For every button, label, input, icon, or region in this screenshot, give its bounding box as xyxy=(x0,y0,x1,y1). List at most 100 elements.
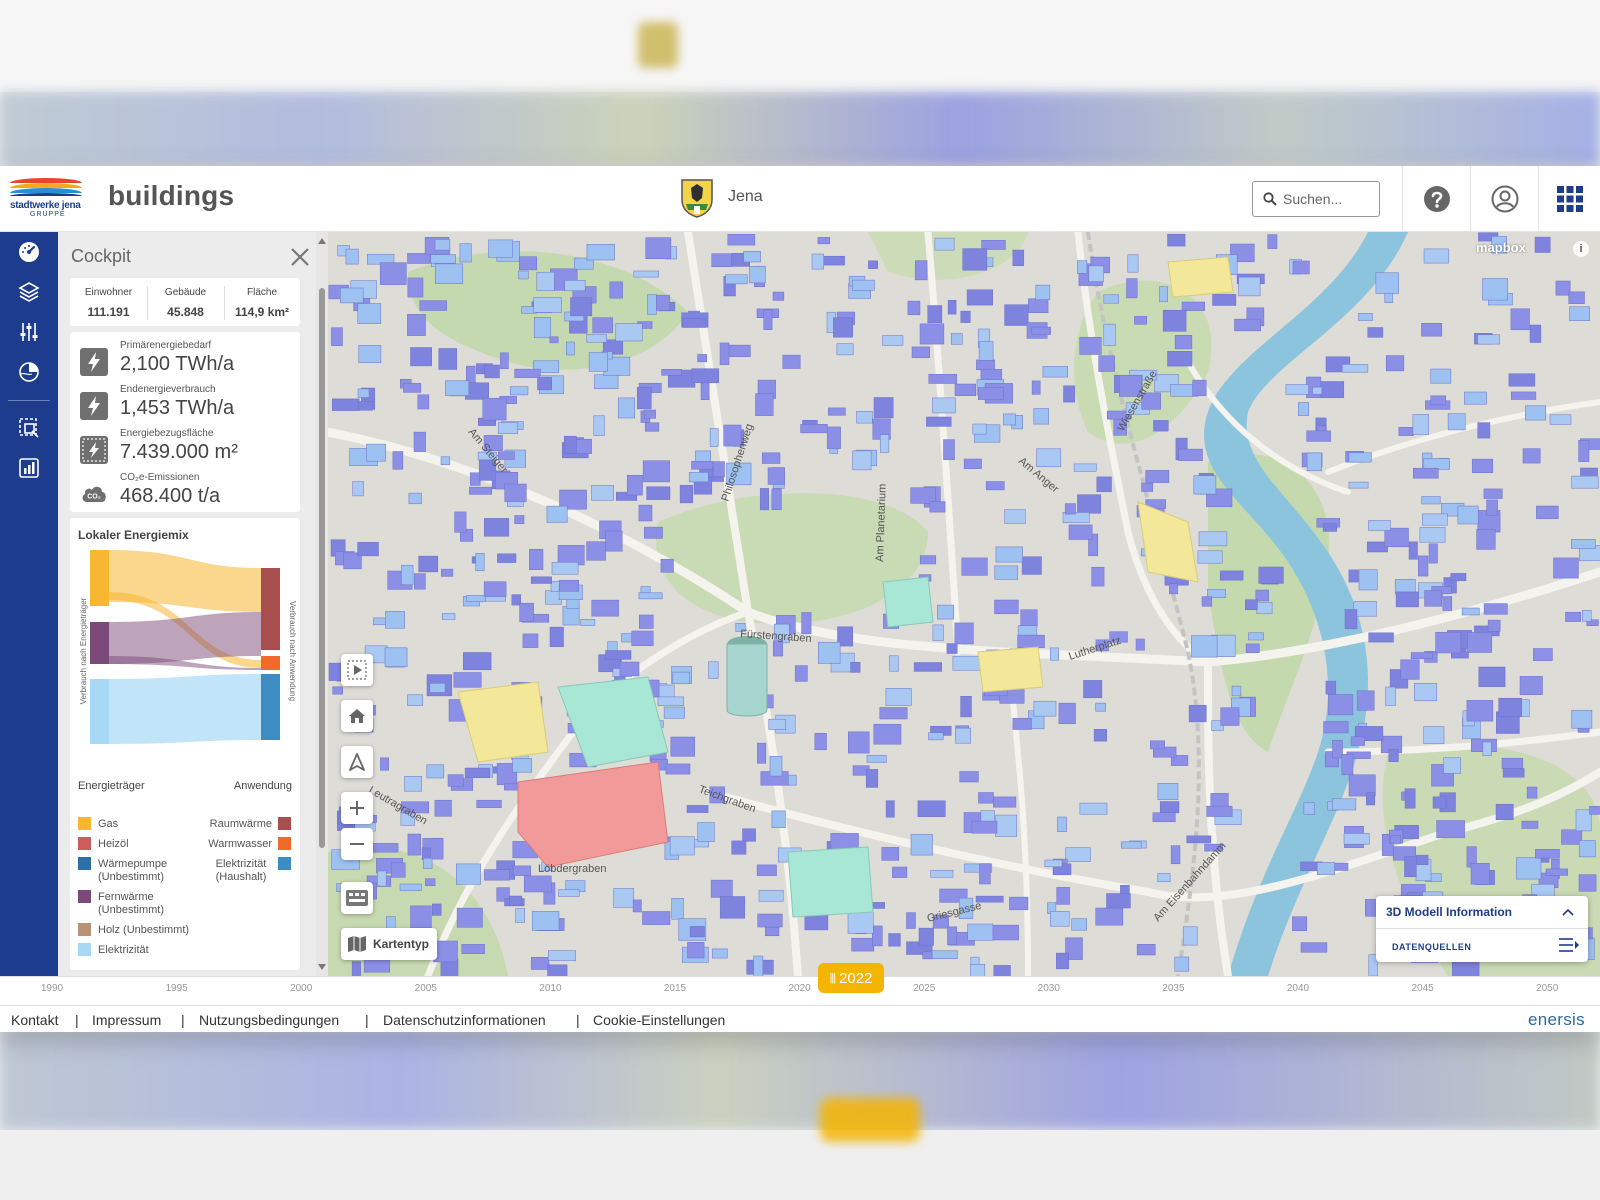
building[interactable] xyxy=(772,640,783,657)
building[interactable] xyxy=(850,661,861,673)
building[interactable] xyxy=(851,937,875,952)
building[interactable] xyxy=(639,614,654,629)
building[interactable] xyxy=(497,422,518,434)
building[interactable] xyxy=(1306,452,1322,472)
building[interactable] xyxy=(642,911,671,925)
building[interactable] xyxy=(771,488,782,510)
building[interactable] xyxy=(357,303,382,324)
building[interactable] xyxy=(697,354,707,363)
building[interactable] xyxy=(910,833,933,856)
building[interactable] xyxy=(1077,260,1088,274)
building[interactable] xyxy=(1390,835,1401,844)
building[interactable] xyxy=(1127,254,1139,273)
building[interactable] xyxy=(546,505,568,523)
building[interactable] xyxy=(930,950,958,959)
building[interactable] xyxy=(889,655,899,672)
building[interactable] xyxy=(1368,632,1394,643)
building[interactable] xyxy=(366,443,387,462)
building[interactable] xyxy=(1153,420,1169,432)
building[interactable] xyxy=(434,799,452,817)
building[interactable] xyxy=(856,411,873,424)
close-icon[interactable] xyxy=(287,244,313,270)
building[interactable] xyxy=(892,866,908,878)
building[interactable] xyxy=(1521,820,1539,829)
building[interactable] xyxy=(1466,700,1494,722)
building[interactable] xyxy=(1502,768,1525,778)
building[interactable] xyxy=(872,925,883,947)
building[interactable] xyxy=(551,561,579,575)
building[interactable] xyxy=(509,895,523,906)
rail-analysis[interactable] xyxy=(0,352,58,392)
building[interactable] xyxy=(1300,942,1328,953)
building[interactable] xyxy=(1516,857,1542,880)
building[interactable] xyxy=(345,248,359,265)
building[interactable] xyxy=(1343,833,1370,845)
building[interactable] xyxy=(1419,527,1446,543)
building[interactable] xyxy=(1470,863,1490,885)
building[interactable] xyxy=(767,467,785,485)
building[interactable] xyxy=(1064,503,1076,515)
building[interactable] xyxy=(1098,355,1115,372)
building[interactable] xyxy=(1569,306,1590,321)
timeline-year[interactable]: 2045 xyxy=(1411,983,1433,994)
building[interactable] xyxy=(1478,666,1506,687)
building[interactable] xyxy=(794,665,808,682)
map-canvas[interactable]: Fürstengraben Lutherplatz Am Anger Teich… xyxy=(328,232,1600,976)
building[interactable] xyxy=(919,323,945,345)
building[interactable] xyxy=(410,347,432,367)
building[interactable] xyxy=(1423,726,1445,744)
building[interactable] xyxy=(687,942,705,959)
building[interactable] xyxy=(1450,573,1467,582)
building[interactable] xyxy=(559,579,579,592)
building[interactable] xyxy=(1519,676,1543,695)
building[interactable] xyxy=(1404,788,1416,809)
building[interactable] xyxy=(665,763,691,775)
building[interactable] xyxy=(1174,335,1193,350)
building[interactable] xyxy=(879,707,908,720)
building[interactable] xyxy=(977,387,1004,400)
building[interactable] xyxy=(979,863,991,885)
building[interactable] xyxy=(1141,482,1154,492)
building[interactable] xyxy=(594,374,619,389)
building[interactable] xyxy=(907,300,921,316)
building[interactable] xyxy=(392,451,404,470)
building[interactable] xyxy=(636,386,652,410)
building[interactable] xyxy=(514,515,525,524)
building[interactable] xyxy=(1316,862,1335,875)
building[interactable] xyxy=(1366,792,1376,806)
building[interactable] xyxy=(404,776,422,792)
building[interactable] xyxy=(801,612,812,634)
building[interactable] xyxy=(847,911,874,934)
building[interactable] xyxy=(950,333,963,345)
building[interactable] xyxy=(1332,740,1343,759)
building[interactable] xyxy=(1487,619,1501,632)
building[interactable] xyxy=(1136,944,1156,956)
building[interactable] xyxy=(873,723,902,745)
building[interactable] xyxy=(700,382,710,400)
building[interactable] xyxy=(955,727,971,744)
building[interactable] xyxy=(1292,916,1308,931)
timeline-year[interactable]: 2035 xyxy=(1162,983,1184,994)
building[interactable] xyxy=(1068,524,1093,540)
building[interactable] xyxy=(1012,717,1032,730)
building[interactable] xyxy=(1193,475,1217,495)
building[interactable] xyxy=(661,369,682,376)
building[interactable] xyxy=(1582,610,1592,622)
building[interactable] xyxy=(644,409,656,419)
building[interactable] xyxy=(518,270,529,280)
building[interactable] xyxy=(1404,856,1417,878)
building[interactable] xyxy=(562,605,580,626)
building[interactable] xyxy=(1188,704,1207,723)
building[interactable] xyxy=(645,237,672,259)
building[interactable] xyxy=(1103,323,1116,346)
building[interactable] xyxy=(932,397,956,414)
building[interactable] xyxy=(1421,323,1443,337)
building[interactable] xyxy=(1461,607,1480,616)
building[interactable] xyxy=(954,383,976,396)
building[interactable] xyxy=(380,757,389,771)
timeline-year[interactable]: 2010 xyxy=(539,983,561,994)
building[interactable] xyxy=(682,318,706,328)
building[interactable] xyxy=(519,602,534,622)
building[interactable] xyxy=(1234,318,1261,332)
building[interactable] xyxy=(1169,583,1178,595)
